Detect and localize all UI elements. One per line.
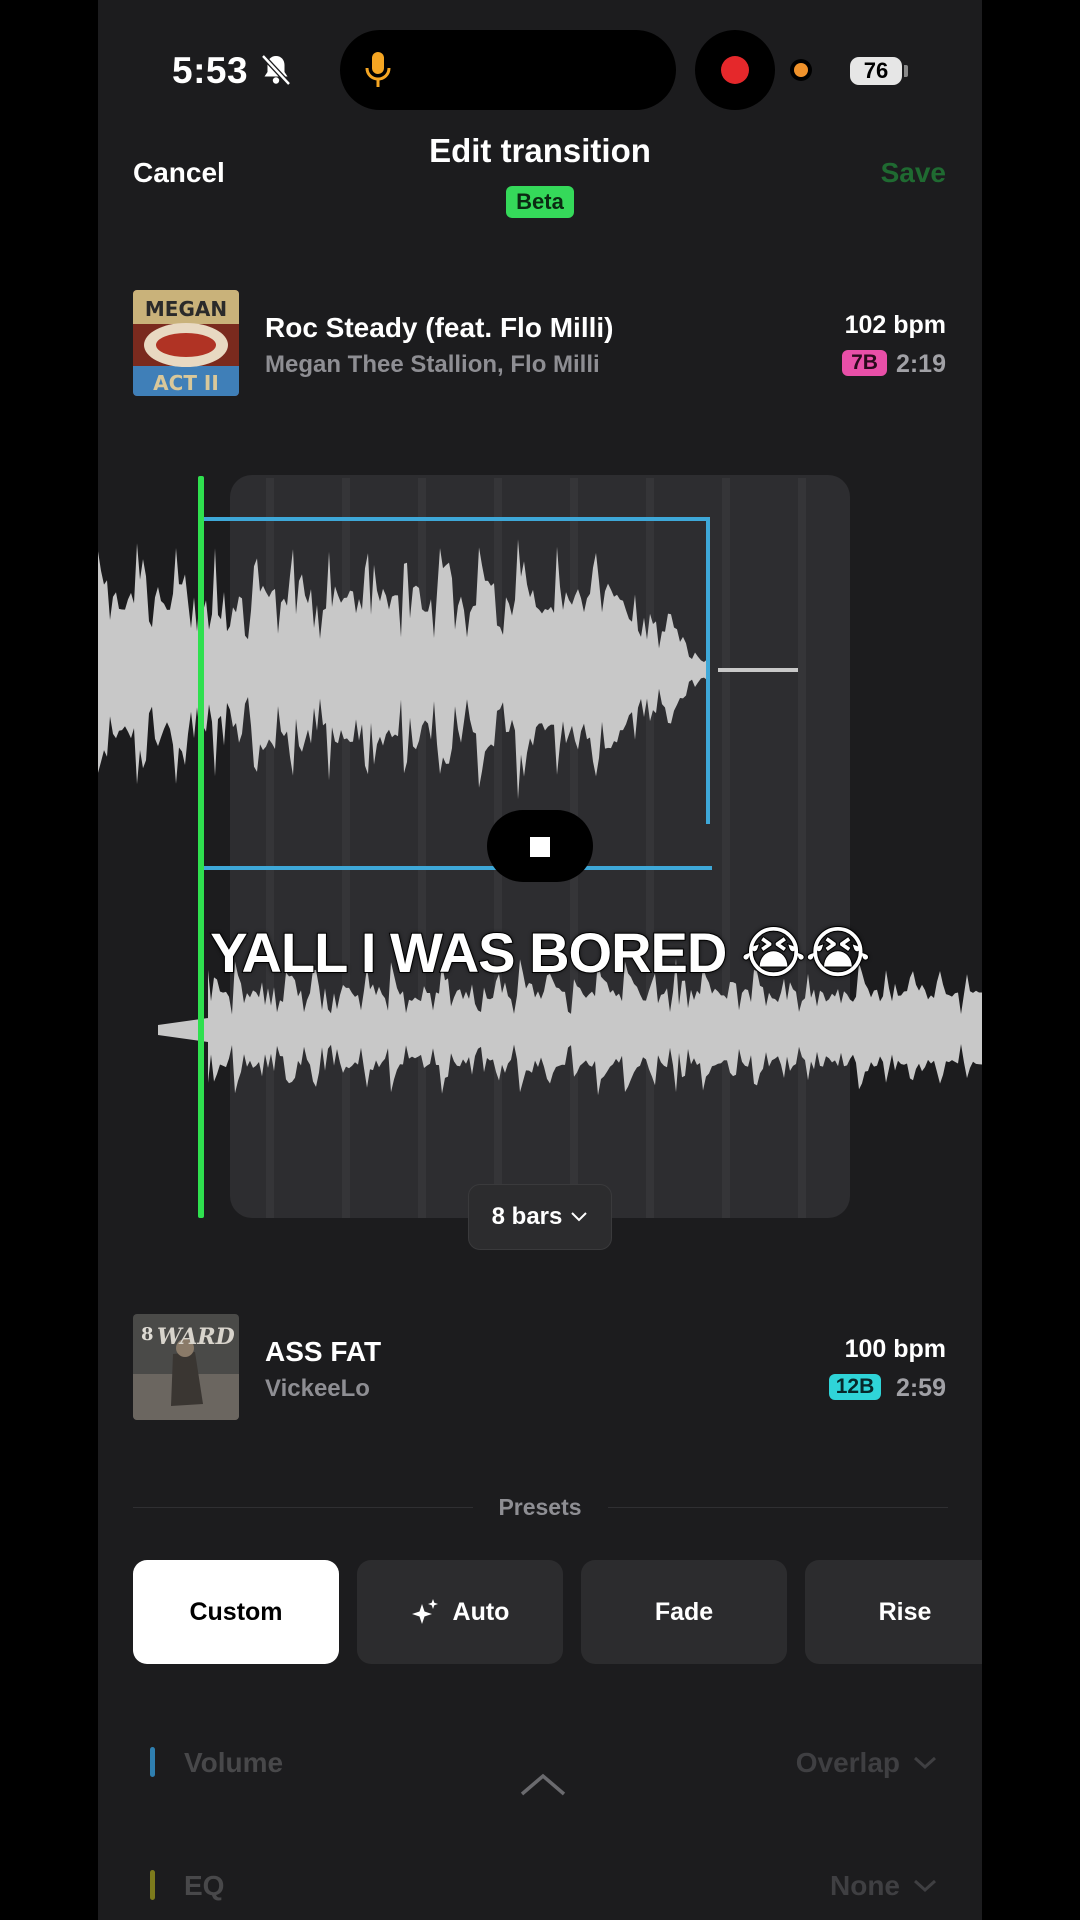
chevron-down-icon [571,1212,588,1222]
track-in-key-badge: 12B [829,1374,881,1400]
save-button[interactable]: Save [881,157,946,189]
album-art-out: MEGAN ACT II [133,290,239,396]
svg-text:ACT II: ACT II [153,371,219,395]
track-in-artist: VickeeLo [265,1375,370,1402]
volume-label: Volume [184,1747,284,1778]
beat-line [266,478,274,1218]
battery-indicator: 76 [850,57,902,85]
track-in-title: ASS FAT [265,1336,382,1367]
track-out-bpm: 102 bpm [844,311,946,339]
track-out-artist: Megan Thee Stallion, Flo Milli [265,351,600,378]
sparkle-icon [411,1599,438,1624]
preset-custom[interactable]: Custom [133,1560,339,1664]
beat-line [646,478,654,1218]
presets-heading: Presets [498,1494,582,1520]
preset-fade[interactable]: Fade [581,1560,787,1664]
svg-text:MEGAN: MEGAN [145,297,227,321]
beta-badge: Beta [506,186,574,218]
chevron-down-icon [913,1756,937,1770]
track-out-title: Roc Steady (feat. Flo Milli) [265,312,614,343]
track-out-key-badge: 7B [842,350,887,376]
svg-text:WARD: WARD [157,1324,235,1350]
video-caption: YALL I WAS BORED 😭😭 [209,920,872,985]
eq-dropdown[interactable]: None [830,1870,938,1902]
svg-text:8: 8 [141,1324,154,1345]
volume-value: Overlap [795,1747,900,1778]
bars-length-label: 8 bars [491,1203,563,1230]
eq-color-bar [150,1870,155,1900]
track-in-duration: 2:59 [895,1374,946,1402]
preset-auto[interactable]: Auto [357,1560,563,1664]
beat-line [418,478,426,1218]
track-out-duration: 2:19 [895,350,946,378]
preset-label: Custom [189,1597,283,1626]
beat-line [722,478,730,1218]
battery-tip [904,65,908,77]
preset-rise[interactable]: Rise [805,1560,982,1664]
eq-label: EQ [184,1870,225,1901]
preset-label: Rise [878,1597,932,1626]
volume-color-bar [150,1747,155,1777]
chevron-up-icon[interactable] [519,1772,567,1798]
stop-icon [530,837,550,857]
eq-value: None [830,1870,900,1901]
playhead [198,476,204,1218]
phone-screen: 5:53 76 Cancel Edit transition Beta Save… [98,0,982,1920]
track-in-bpm: 100 bpm [844,1335,946,1363]
album-art-in: 8 WARD [133,1314,239,1420]
volume-dropdown[interactable]: Overlap [796,1747,938,1779]
page-title: Edit transition [429,132,651,169]
microphone-icon [365,52,391,87]
mic-indicator-icon [794,63,808,77]
preset-label: Fade [654,1597,714,1626]
beat-line [798,478,806,1218]
chevron-down-icon [913,1879,937,1893]
preset-label: Auto [452,1597,510,1626]
beat-line [342,478,350,1218]
bars-length-dropdown[interactable]: 8 bars [468,1184,612,1250]
record-dot-icon [721,56,749,84]
status-time: 5:53 [172,50,249,91]
silent-bell-icon [261,54,291,86]
